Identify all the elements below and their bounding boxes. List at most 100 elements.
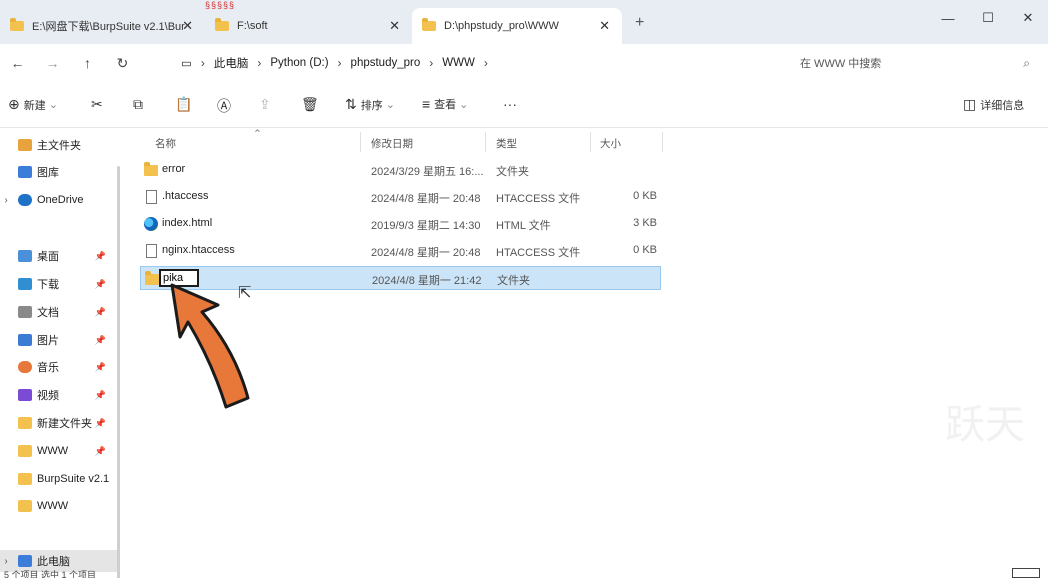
close-icon[interactable]: ✕ bbox=[182, 18, 193, 34]
sidebar-item-desktop[interactable]: 桌面 📌 bbox=[0, 245, 118, 267]
view-toggle-icon[interactable] bbox=[1012, 568, 1040, 578]
sidebar-item-new-folder[interactable]: 新建文件夹 📌 bbox=[0, 412, 118, 434]
more-button[interactable]: ··· bbox=[503, 96, 521, 112]
chevron-right-icon[interactable]: › bbox=[0, 556, 12, 567]
sidebar-item-www-2[interactable]: WWW bbox=[0, 495, 118, 517]
chevron-down-icon: ⌄ bbox=[459, 98, 469, 111]
new-tab-button[interactable]: + bbox=[635, 14, 644, 32]
close-window-button[interactable]: ✕ bbox=[1008, 0, 1048, 36]
file-size: 0 KB bbox=[633, 244, 657, 256]
folder-icon bbox=[18, 500, 32, 512]
details-label: 详细信息 bbox=[980, 99, 1025, 112]
file-name: .htaccess bbox=[162, 190, 209, 202]
breadcrumb[interactable]: ▭ › 此电脑 › Python (D:) › phpstudy_pro › W… bbox=[168, 49, 785, 77]
pin-icon: 📌 bbox=[94, 417, 106, 428]
chevron-right-icon[interactable]: › bbox=[429, 56, 433, 70]
sidebar-item-label: 下载 bbox=[37, 279, 59, 291]
sidebar-item-label: 桌面 bbox=[37, 251, 59, 263]
paste-button[interactable]: 📋 bbox=[175, 96, 196, 113]
maximize-button[interactable]: ☐ bbox=[968, 0, 1008, 36]
pin-icon: 📌 bbox=[94, 334, 106, 345]
sidebar-item-downloads[interactable]: 下载 📌 bbox=[0, 273, 118, 295]
column-size[interactable]: 大小 bbox=[600, 136, 621, 151]
delete-button[interactable]: 🗑 bbox=[301, 96, 323, 113]
column-modified[interactable]: 修改日期 bbox=[371, 136, 413, 151]
sidebar-item-www[interactable]: WWW 📌 bbox=[0, 440, 118, 462]
details-pane-icon: ◫ bbox=[963, 96, 977, 112]
close-icon[interactable]: ✕ bbox=[599, 18, 610, 34]
tab-www[interactable]: D:\phpstudy_pro\WWW ✕ bbox=[412, 8, 622, 44]
minimize-button[interactable]: — bbox=[928, 0, 968, 36]
crumb-www[interactable]: WWW bbox=[442, 57, 475, 69]
edge-browser-icon bbox=[144, 217, 158, 231]
tab-soft[interactable]: F:\soft ✕ bbox=[205, 8, 412, 44]
chevron-right-icon[interactable]: › bbox=[257, 56, 261, 70]
details-button[interactable]: ◫ 详细信息 bbox=[963, 96, 1024, 113]
pin-icon: 📌 bbox=[94, 445, 106, 456]
tab-burpsuite[interactable]: E:\网盘下载\BurpSuite v2.1\Bur ✕ bbox=[0, 8, 205, 44]
sidebar-item-onedrive[interactable]: › OneDrive bbox=[0, 189, 118, 211]
chevron-right-icon[interactable]: › bbox=[338, 56, 342, 70]
crumb-drive-d[interactable]: Python (D:) bbox=[270, 57, 328, 69]
file-row[interactable]: .htaccess 2024/4/8 星期一 20:48 HTACCESS 文件… bbox=[140, 185, 661, 209]
folder-icon bbox=[18, 417, 32, 429]
picture-icon bbox=[18, 334, 32, 346]
document-icon bbox=[18, 306, 32, 318]
crumb-this-pc[interactable]: 此电脑 bbox=[214, 55, 249, 71]
navigation-pane: 主文件夹 图库 › OneDrive 桌面 📌 下载 📌 文档 📌 图片 📌 音… bbox=[0, 128, 122, 578]
share-button[interactable]: ⇪ bbox=[259, 96, 275, 113]
sidebar-item-documents[interactable]: 文档 📌 bbox=[0, 301, 118, 323]
column-divider[interactable] bbox=[590, 132, 591, 152]
file-date: 2019/9/3 星期二 14:30 bbox=[371, 220, 481, 232]
sidebar-item-videos[interactable]: 视频 📌 bbox=[0, 384, 118, 406]
folder-icon bbox=[18, 473, 32, 485]
plus-circle-icon: ⊕ bbox=[8, 96, 20, 112]
sort-icon: ⇅ bbox=[345, 96, 357, 112]
pin-icon: 📌 bbox=[94, 361, 106, 372]
refresh-button[interactable]: ↻ bbox=[105, 55, 140, 72]
column-divider[interactable] bbox=[485, 132, 486, 152]
file-name: error bbox=[162, 163, 186, 175]
chevron-right-icon[interactable]: › bbox=[201, 56, 205, 70]
new-button[interactable]: ⊕ 新建 ⌄ bbox=[8, 96, 58, 113]
chevron-right-icon[interactable]: › bbox=[484, 56, 488, 70]
sidebar-item-gallery[interactable]: 图库 bbox=[0, 161, 118, 183]
sort-button[interactable]: ⇅ 排序 ⌄ bbox=[345, 96, 395, 113]
file-type: HTACCESS 文件 bbox=[496, 247, 581, 259]
file-row[interactable]: nginx.htaccess 2024/4/8 星期一 20:48 HTACCE… bbox=[140, 239, 661, 263]
address-bar: ← → ↑ ↻ ▭ › 此电脑 › Python (D:) › phpstudy… bbox=[0, 44, 1048, 82]
column-divider[interactable] bbox=[662, 132, 663, 152]
crumb-phpstudy[interactable]: phpstudy_pro bbox=[351, 57, 421, 69]
view-button[interactable]: ≡ 查看 ⌄ bbox=[422, 96, 468, 112]
sidebar-item-music[interactable]: 音乐 📌 bbox=[0, 356, 118, 378]
search-input[interactable]: 在 WWW 中搜索 ⌕ bbox=[790, 49, 1040, 77]
file-row[interactable]: index.html 2019/9/3 星期二 14:30 HTML 文件 3 … bbox=[140, 212, 661, 236]
back-button[interactable]: ← bbox=[0, 55, 35, 71]
file-row[interactable]: error 2024/3/29 星期五 16:... 文件夹 bbox=[140, 158, 661, 182]
close-icon[interactable]: ✕ bbox=[389, 18, 400, 34]
file-icon bbox=[146, 244, 157, 258]
sidebar-item-burpsuite[interactable]: BurpSuite v2.1 bbox=[0, 468, 118, 490]
pin-icon: 📌 bbox=[94, 306, 106, 317]
folder-icon bbox=[422, 18, 436, 31]
cut-button[interactable]: ✂ bbox=[91, 96, 107, 113]
sidebar-item-label: 图库 bbox=[37, 167, 59, 179]
monitor-icon: ▭ bbox=[181, 58, 192, 70]
sidebar-item-home[interactable]: 主文件夹 bbox=[0, 134, 118, 156]
sidebar-item-label: 文档 bbox=[37, 307, 59, 319]
column-divider[interactable] bbox=[360, 132, 361, 152]
column-name[interactable]: 名称 bbox=[155, 136, 176, 151]
column-type[interactable]: 类型 bbox=[496, 136, 517, 151]
status-text: 5 个项目 选中 1 个项目 bbox=[4, 570, 97, 578]
copy-button[interactable]: ⧉ bbox=[133, 96, 147, 113]
sidebar-scrollbar[interactable] bbox=[117, 166, 120, 578]
rename-button[interactable]: Ⓐ bbox=[217, 96, 235, 116]
watermark: 跃天 bbox=[945, 402, 1025, 448]
forward-button[interactable]: → bbox=[35, 55, 70, 71]
file-list: 名称 ⌃ 修改日期 类型 大小 error 2024/3/29 星期五 16:.… bbox=[125, 128, 1048, 578]
file-date: 2024/4/8 星期一 21:42 bbox=[372, 275, 482, 287]
chevron-right-icon[interactable]: › bbox=[0, 195, 12, 206]
sidebar-item-pictures[interactable]: 图片 📌 bbox=[0, 329, 118, 351]
up-button[interactable]: ↑ bbox=[70, 55, 105, 71]
tab-title: F:\soft bbox=[237, 20, 268, 32]
